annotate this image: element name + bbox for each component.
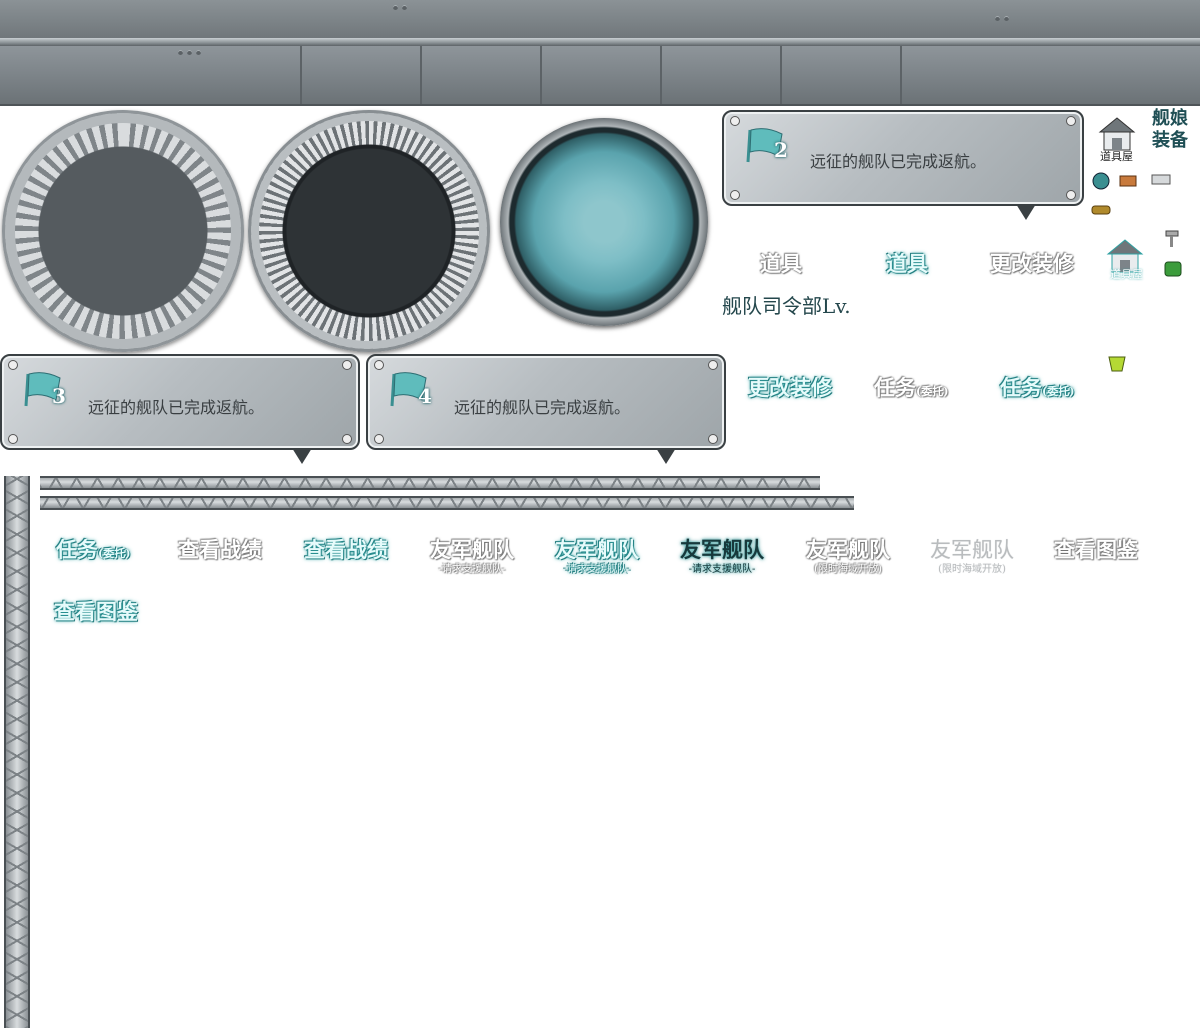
expedition-message: 远征的舰队已完成返航。 xyxy=(454,398,631,417)
friend-fleet-sub: (限时海域开放) xyxy=(814,564,882,575)
ammo-icon xyxy=(1091,205,1111,215)
fleet-number: 2 xyxy=(774,138,788,162)
remodel-button-teal[interactable]: 更改装修 xyxy=(748,372,832,402)
bar-seam xyxy=(300,46,302,104)
friend-fleet-button-limited-white[interactable]: 友军舰队 (限时海域开放) xyxy=(806,534,890,575)
friend-fleet-button-teal[interactable]: 友军舰队 -请求支援舰队- xyxy=(555,534,639,575)
steel-rail xyxy=(0,38,1200,46)
quest-button-white[interactable]: 任务(委托) xyxy=(874,372,948,402)
truss-beam xyxy=(40,476,820,490)
rivet xyxy=(187,50,192,55)
expedition-bubble: 2 远征的舰队已完成返航。 xyxy=(722,110,1084,220)
quest-sub-label: (委托) xyxy=(98,547,131,560)
bucket-icon xyxy=(1108,356,1126,372)
side-title-line2: 装备 xyxy=(1152,130,1188,151)
hq-level-label: 舰队司令部Lv. xyxy=(722,294,851,318)
fleet-number: 4 xyxy=(418,384,432,408)
steel-bar-bottom xyxy=(0,46,1200,106)
friend-fleet-label: 友军舰队 xyxy=(806,537,890,562)
round-dial-grey xyxy=(2,110,244,352)
rivet xyxy=(196,50,201,55)
remodel-button-white[interactable]: 更改装修 xyxy=(990,248,1074,278)
shop-label: 道具屋 xyxy=(1100,150,1133,163)
bar-seam xyxy=(420,46,422,104)
round-glass-button[interactable] xyxy=(500,118,708,326)
friend-fleet-button-disabled: 友军舰队 (限时海域开放) xyxy=(930,534,1014,575)
items-button-white[interactable]: 道具 xyxy=(760,248,802,278)
bar-seam xyxy=(780,46,782,104)
quest-button-teal[interactable]: 任务(委托) xyxy=(1000,372,1074,402)
album-button-teal[interactable]: 查看图鉴 xyxy=(54,596,138,626)
rivet xyxy=(178,50,183,55)
side-title: 舰娘 装备 xyxy=(1152,108,1188,152)
expedition-message: 远征的舰队已完成返航。 xyxy=(810,152,987,171)
quest-button-teal-2[interactable]: 任务(委托) xyxy=(56,534,130,564)
rivet xyxy=(1004,16,1009,21)
record-button-teal[interactable]: 查看战绩 xyxy=(304,534,388,564)
quest-label: 任务 xyxy=(1000,375,1042,400)
quest-sub-label: (委托) xyxy=(1042,385,1075,398)
friend-fleet-label: 友军舰队 xyxy=(680,537,764,562)
drum-icon xyxy=(1164,261,1182,277)
bauxite-icon xyxy=(1151,174,1171,185)
steel-icon xyxy=(1119,175,1137,187)
side-title-line1: 舰娘 xyxy=(1152,108,1188,129)
friend-fleet-label: 友军舰队 xyxy=(430,537,514,562)
truss-beam xyxy=(40,496,854,510)
fleet-number: 3 xyxy=(52,384,66,408)
record-button-white[interactable]: 查看战绩 xyxy=(178,534,262,564)
expedition-message: 远征的舰队已完成返航。 xyxy=(88,398,265,417)
friend-fleet-label: 友军舰队 xyxy=(930,538,1014,562)
friend-fleet-button-dark[interactable]: 友军舰队 -请求支援舰队- xyxy=(680,534,764,575)
bar-seam xyxy=(660,46,662,104)
quest-sub-label: (委托) xyxy=(916,385,949,398)
expedition-bubble: 4 远征的舰队已完成返航。 xyxy=(366,354,726,464)
friend-fleet-sub: -请求支援舰队- xyxy=(688,564,756,575)
items-button-teal[interactable]: 道具 xyxy=(886,248,928,278)
friend-fleet-sub: (限时海域开放) xyxy=(938,564,1006,575)
rivet xyxy=(393,5,398,10)
steel-bar-top xyxy=(0,0,1200,40)
friend-fleet-button-white[interactable]: 友军舰队 -请求支援舰队- xyxy=(430,534,514,575)
bar-seam xyxy=(900,46,902,104)
quest-label: 任务 xyxy=(874,375,916,400)
rivet xyxy=(995,16,1000,21)
friend-fleet-sub: -请求支援舰队- xyxy=(563,564,631,575)
friend-fleet-sub: -请求支援舰队- xyxy=(438,564,506,575)
bar-seam xyxy=(540,46,542,104)
friend-fleet-label: 友军舰队 xyxy=(555,537,639,562)
quest-label: 任务 xyxy=(56,537,98,562)
shop-label-teal: 道具屋 xyxy=(1110,268,1143,281)
round-dial-dark xyxy=(248,110,490,352)
truss-tower xyxy=(4,476,30,1028)
rivet xyxy=(402,5,407,10)
fuel-icon xyxy=(1092,172,1110,190)
album-button-white[interactable]: 查看图鉴 xyxy=(1054,534,1138,564)
expedition-bubble: 3 远征的舰队已完成返航。 xyxy=(0,354,360,464)
hammer-icon xyxy=(1165,230,1179,247)
